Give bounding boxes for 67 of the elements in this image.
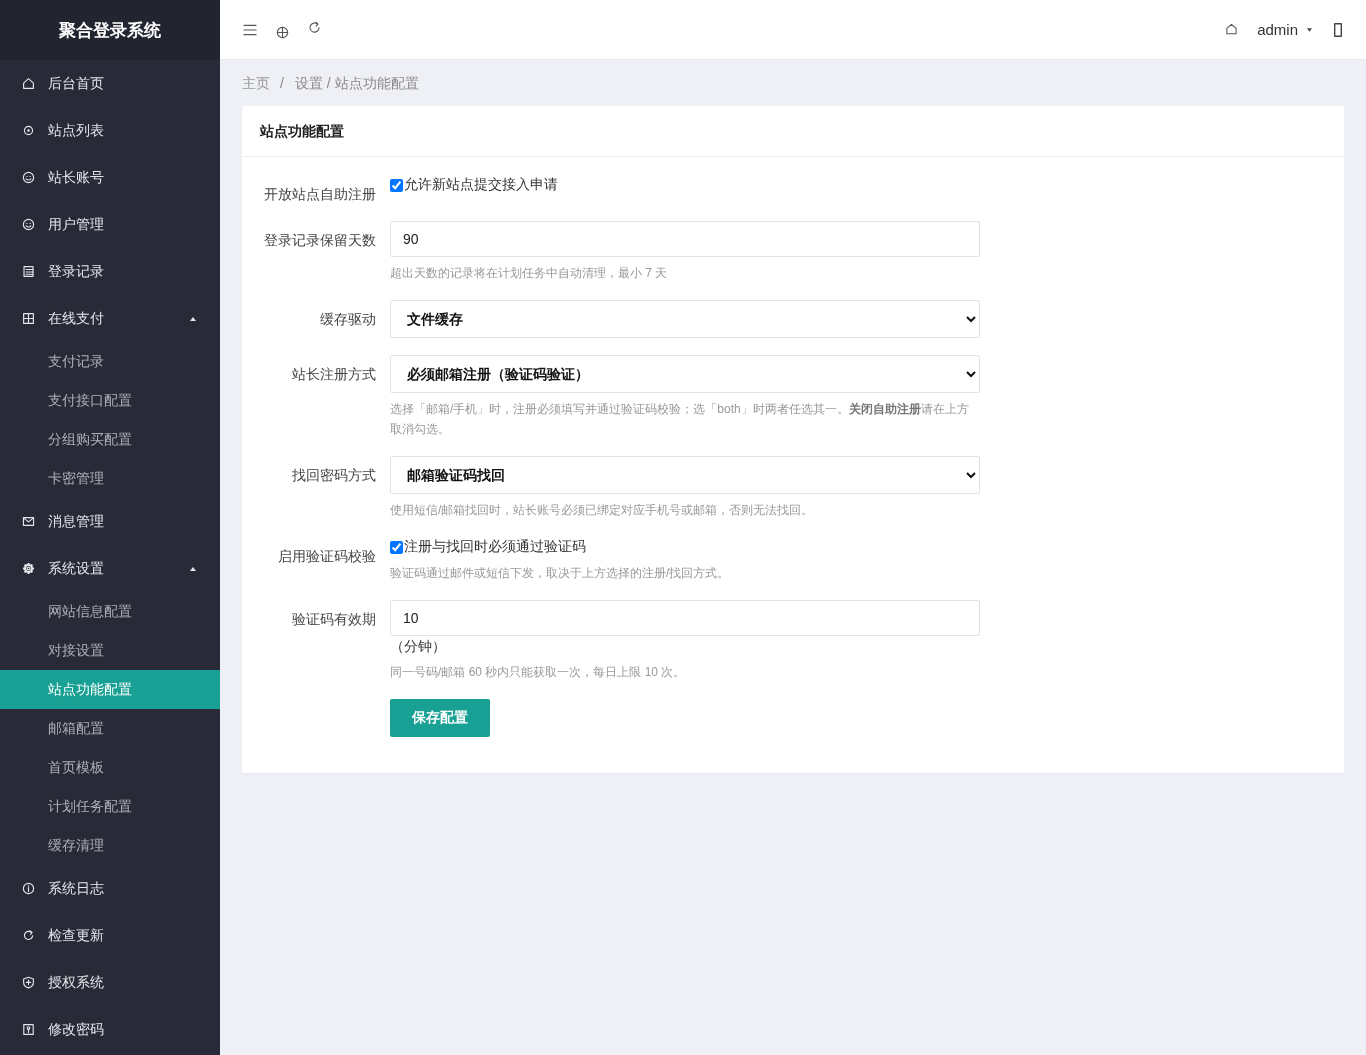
checkbox-label: 注册与找回时必须通过验证码 [404, 538, 586, 556]
sidebar-subitem[interactable]: 卡密管理 [0, 459, 220, 498]
field-label: 找回密码方式 [291, 466, 376, 485]
sidebar-item[interactable]: 系统设置 [0, 545, 220, 592]
sidebar-subitem[interactable]: 邮箱配置 [0, 709, 220, 748]
sidebar-subitem[interactable]: 计划任务配置 [0, 787, 220, 826]
user-menu[interactable]: admin [1257, 21, 1312, 38]
list-icon [22, 265, 35, 278]
home-icon [22, 77, 35, 90]
smiley-icon [22, 171, 35, 184]
field-label: 登录记录保留天数 [263, 231, 376, 250]
breadcrumb-current: 设置 / 站点功能配置 [294, 74, 419, 93]
sidebar-subitem[interactable]: 对接设置 [0, 631, 220, 670]
rectangle-outline-icon[interactable] [1334, 22, 1342, 37]
envelope-icon [22, 515, 35, 528]
sidebar-subitem[interactable]: 首页模板 [0, 748, 220, 787]
sidebar-item[interactable]: 系统日志 [0, 865, 220, 912]
field-label: 验证码有效期 [291, 610, 376, 629]
sidebar-subitem[interactable]: 支付记录 [0, 342, 220, 381]
checkbox[interactable] [390, 540, 403, 554]
hint-text: 使用短信/邮箱找回时，站长账号必须已绑定对应手机号或邮箱，否则无法找回。 [390, 502, 815, 519]
hint-text: 验证码通过邮件或短信下发，取决于上方选择的注册/找回方式。 [390, 565, 731, 582]
crosshair-icon[interactable] [276, 26, 289, 39]
grid-icon [22, 312, 35, 325]
sidebar-item[interactable]: 后台首页 [0, 60, 220, 107]
info-icon [22, 882, 35, 895]
field-label: 缓存驱动 [319, 310, 376, 329]
caret-down-icon [1307, 27, 1312, 32]
home-icon[interactable] [1225, 22, 1239, 35]
refresh-icon [22, 929, 35, 942]
sidebar-item[interactable]: 站点列表 [0, 107, 220, 154]
sidebar-item[interactable]: 授权系统 [0, 959, 220, 1006]
sidebar-item[interactable]: 登录记录 [0, 248, 220, 295]
sidebar-item[interactable]: 用户管理 [0, 201, 220, 248]
target-icon [22, 124, 35, 137]
select-field[interactable]: 文件缓存 [390, 300, 980, 338]
sidebar-item[interactable]: 在线支付 [0, 295, 220, 342]
checkbox-label: 允许新站点提交接入申请 [404, 176, 558, 194]
select-field[interactable]: 必须邮箱注册（验证码验证） [390, 355, 980, 393]
breadcrumb-separator: / [280, 74, 284, 93]
sidebar-subitem[interactable]: 支付接口配置 [0, 381, 220, 420]
text-input[interactable]: 10 [390, 600, 980, 636]
field-label: 启用验证码校验 [277, 547, 376, 566]
smiley-icon [22, 218, 35, 231]
shield-icon [22, 976, 35, 989]
sidebar-subitem[interactable]: 网站信息配置 [0, 592, 220, 631]
sidebar-item[interactable]: 站长账号 [0, 154, 220, 201]
menu-icon[interactable] [243, 23, 257, 36]
hint-text: 选择「邮箱/手机」时，注册必须填写并通过验证码校验；选「both」时两者任选其一。关闭自助注册请在上方取消勾选。 [390, 401, 970, 438]
select-field[interactable]: 邮箱验证码找回 [390, 456, 980, 494]
sidebar-subitem[interactable]: 缓存清理 [0, 826, 220, 865]
field-label: 站长注册方式 [291, 365, 376, 384]
refresh-icon[interactable] [308, 21, 321, 34]
gear-icon [22, 562, 35, 575]
sidebar-item[interactable]: 修改密码 [0, 1006, 220, 1053]
hint-text: 同一号码/邮箱 60 秒内只能获取一次，每日上限 10 次。 [390, 664, 687, 681]
hint-text: 超出天数的记录将在计划任务中自动清理，最小 7 天 [390, 265, 669, 282]
unit-label: （分钟） [390, 637, 447, 656]
sidebar-item[interactable]: 检查更新 [0, 912, 220, 959]
sidebar-subitem[interactable]: 分组购买配置 [0, 420, 220, 459]
card-title: 站点功能配置 [242, 106, 1344, 157]
app-title: 聚合登录系统 [0, 0, 220, 60]
sidebar-item[interactable]: 消息管理 [0, 498, 220, 545]
checkbox[interactable] [390, 178, 403, 192]
field-label: 开放站点自助注册 [263, 185, 376, 204]
text-input[interactable]: 90 [390, 221, 980, 257]
keyhole-icon [22, 1023, 35, 1036]
